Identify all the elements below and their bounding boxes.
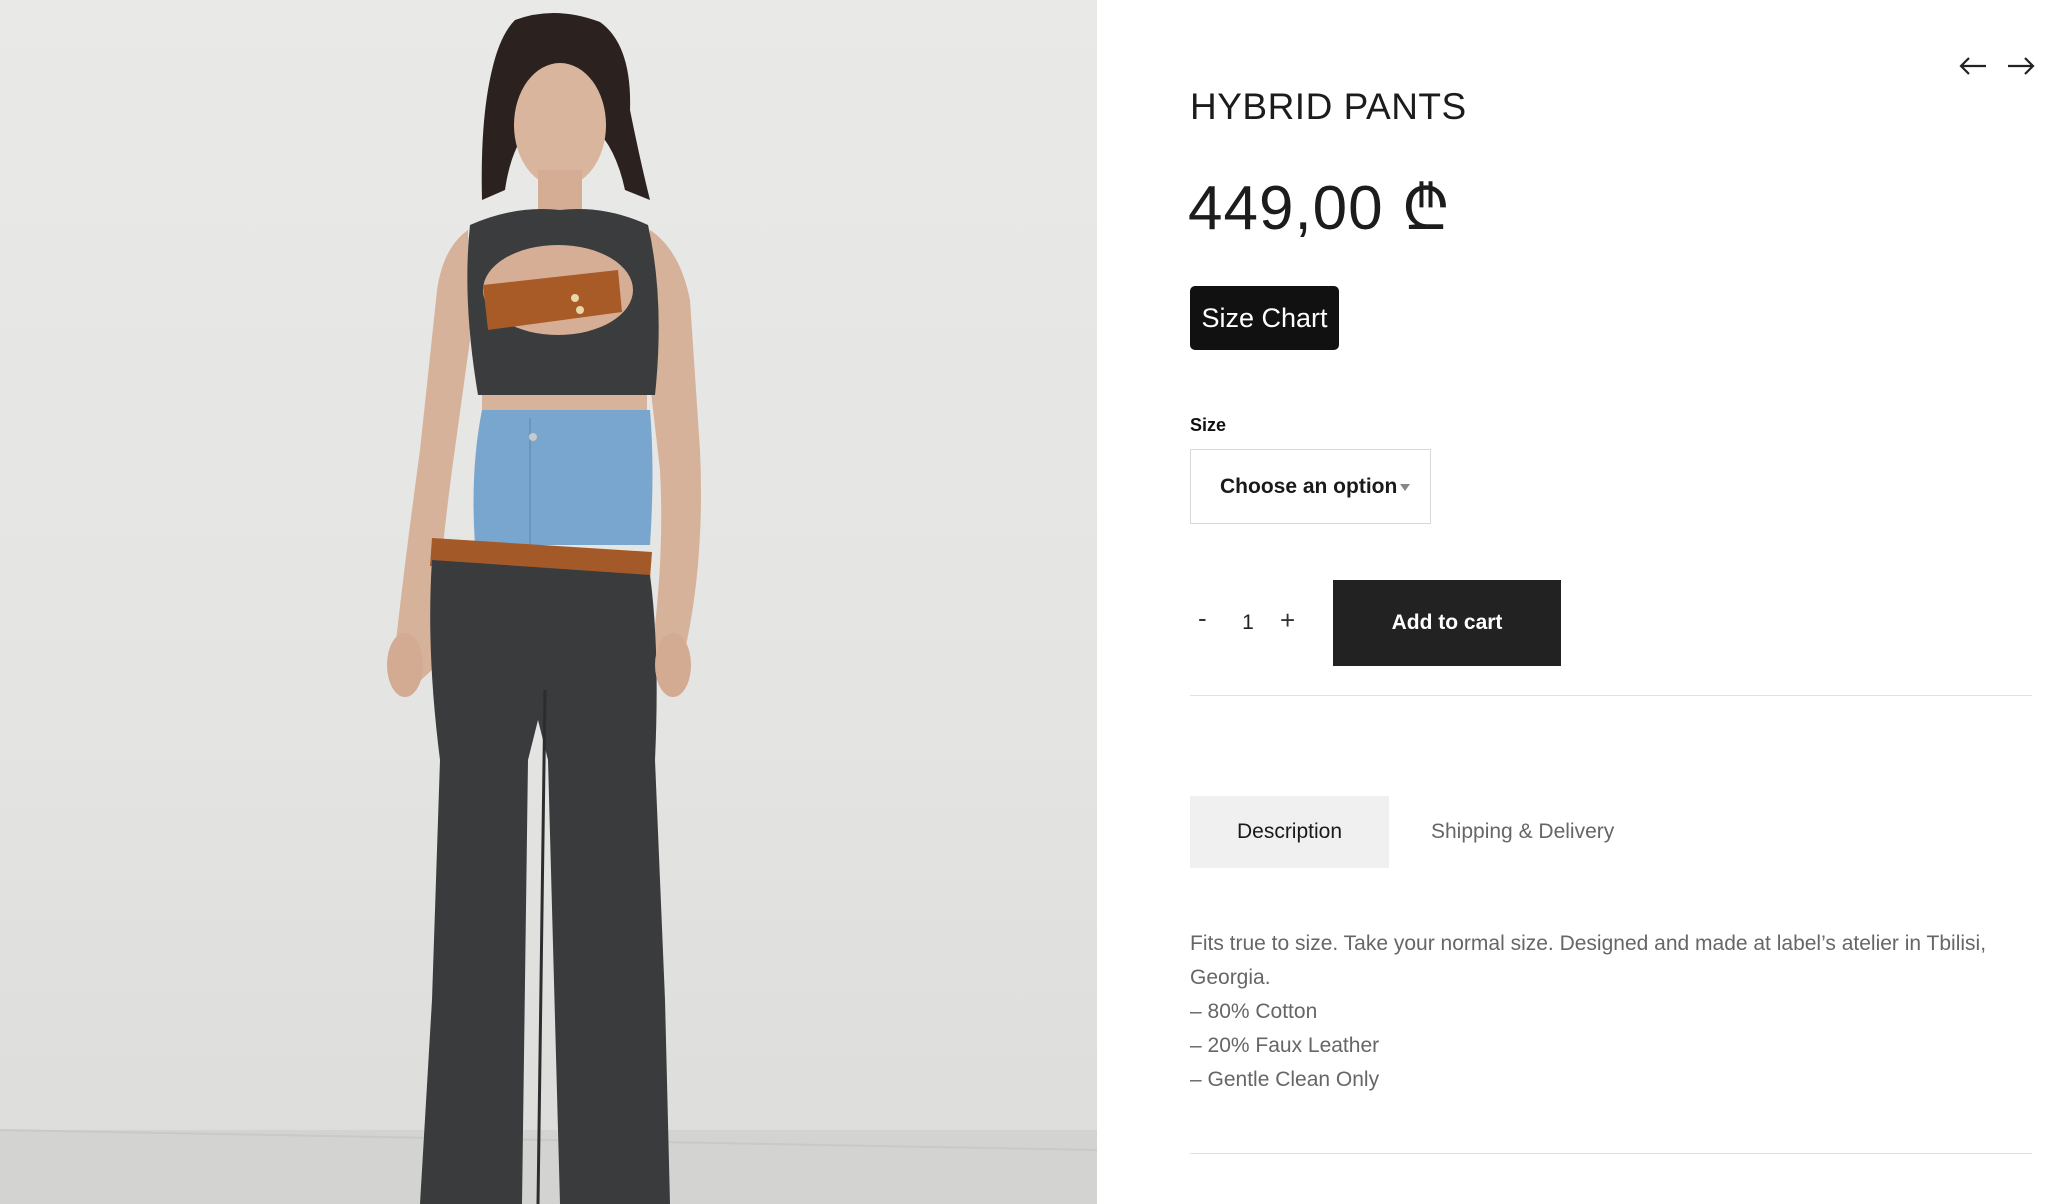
quantity-decrease-button[interactable]: - <box>1198 605 1207 631</box>
product-image[interactable] <box>0 0 1097 1204</box>
size-chart-button[interactable]: Size Chart <box>1190 286 1339 350</box>
divider <box>1190 695 2032 696</box>
arrow-right-icon[interactable] <box>2006 54 2036 78</box>
product-navigation <box>1958 54 2036 78</box>
description-panel: Fits true to size. Take your normal size… <box>1190 927 2040 1097</box>
description-line: – 20% Faux Leather <box>1190 1034 1380 1057</box>
size-select-value: Choose an option <box>1220 474 1398 498</box>
description-line: – Gentle Clean Only <box>1190 1068 1380 1091</box>
description-line: Fits true to size. Take your normal size… <box>1190 932 1987 989</box>
tab-description[interactable]: Description <box>1190 796 1389 868</box>
model-photo <box>0 12 1097 1204</box>
arrow-left-icon[interactable] <box>1958 54 1988 78</box>
add-to-cart-button[interactable]: Add to cart <box>1333 580 1561 666</box>
quantity-increase-button[interactable]: + <box>1280 607 1295 633</box>
size-label: Size <box>1190 415 1227 435</box>
size-select[interactable]: Choose an option <box>1190 449 1431 524</box>
tab-shipping-delivery[interactable]: Shipping & Delivery <box>1413 796 1633 868</box>
divider <box>1190 1153 2032 1154</box>
quantity-input[interactable]: 1 <box>1241 611 1255 635</box>
product-price: 449,00 ₾ <box>1188 174 1451 243</box>
product-title: HYBRID PANTS <box>1190 86 1467 127</box>
description-line: – 80% Cotton <box>1190 1000 1318 1023</box>
chevron-down-icon <box>1400 484 1411 491</box>
